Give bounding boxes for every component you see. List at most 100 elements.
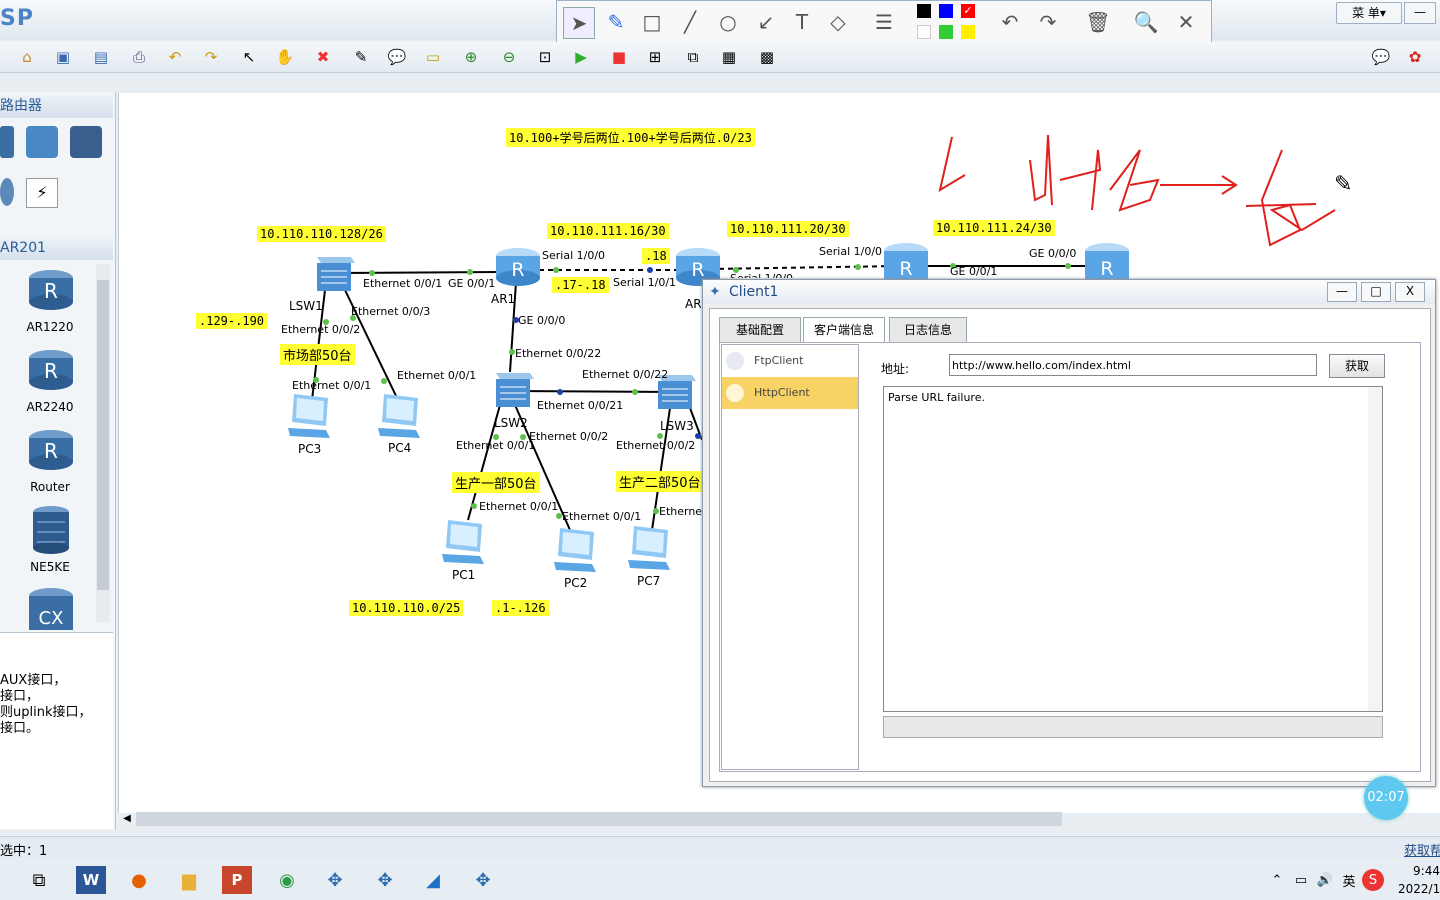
device-label-ar1: AR1 [491,292,516,306]
chrome-icon[interactable]: ◉ [272,866,302,894]
port-label: Serial 1/0/1 [613,276,677,289]
list-item-ftp[interactable]: FtpClient [722,345,858,377]
router-ar3-icon[interactable]: R [882,241,930,279]
scroll-left-icon[interactable]: ◀ [120,812,134,826]
port-label: GE 0/0/0 [518,314,566,327]
progress-bar [883,716,1383,738]
device-label-lsw3: LSW3 [660,419,694,433]
list-item-http[interactable]: HttpClient [722,377,858,409]
switch-lsw2-icon[interactable] [490,369,536,413]
tab-client-info[interactable]: 客户端信息 [803,317,885,343]
ensp-icon[interactable]: ✥ [468,866,498,894]
port-label: GE 0/0/0 [1029,247,1077,260]
device-label-pc7: PC7 [637,574,661,588]
timer-badge[interactable]: 02:07 [1364,776,1408,820]
ensp-icon[interactable]: ✥ [370,866,400,894]
tab-log-info[interactable]: 日志信息 [889,317,967,343]
task-view-icon[interactable]: ⧉ [24,866,54,894]
radio-icon [726,352,744,370]
output-scrollbar[interactable] [1368,387,1382,711]
list-item-label: HttpClient [754,386,810,399]
note-prod-net[interactable]: 10.110.110.0/25 [349,600,464,616]
pc2-icon[interactable] [550,524,602,576]
note-link3[interactable]: 10.110.111.24/30 [933,220,1055,236]
status-bar: 选中：1 获取帮 [0,836,1440,859]
device-label-pc1: PC1 [452,568,476,582]
dialog-title: Client1 [729,284,779,300]
pc1-icon[interactable] [438,516,490,568]
note-link1[interactable]: 10.110.111.16/30 [547,223,669,239]
svg-text:R: R [1100,258,1113,279]
note-lsw1-range[interactable]: .129-.190 [196,313,268,329]
svg-text:R: R [511,259,524,281]
fetch-button[interactable]: 获取 [1329,354,1385,378]
note-prod1[interactable]: 生产一部50台 [452,472,540,493]
note-network[interactable]: 10.100+学号后两位.100+学号后两位.0/23 [506,128,755,147]
output-text: Parse URL failure. [888,391,985,404]
router-ar1-icon[interactable]: R [494,246,542,290]
port-label: Serial 1/0/0 [542,249,606,262]
note-link1-ip[interactable]: .18 [642,248,670,264]
port-label: Ethernet 0/0/1 [479,500,559,513]
port-label: Ethernet 0/0/22 [582,368,669,381]
port-label: Ethernet 0/0/1 [292,379,372,392]
port-label: Ethernet 0/0/2 [529,430,609,443]
client-list: FtpClient HttpClient [721,344,859,770]
port-label: GE 0/0/1 [950,265,998,278]
canvas-scrollbar[interactable] [136,812,1062,826]
note-link2[interactable]: 10.110.111.20/30 [727,221,849,237]
port-label: Ethernet [659,505,707,518]
port-label: Ethernet 0/0/2 [616,439,696,452]
switch-lsw1-icon[interactable] [311,253,357,297]
note-prod-range[interactable]: .1-.126 [492,600,549,616]
note-market[interactable]: 市场部50台 [280,344,355,365]
note-prod2[interactable]: 生产二部50台 [616,471,702,492]
device-label-ar2: AR [685,297,702,311]
app-icon: ✦ [709,284,721,300]
ime-indicator[interactable]: 英 [1334,866,1364,894]
word-icon[interactable]: W [76,866,106,894]
dialog-maximize-button[interactable]: □ [1361,282,1391,302]
router-ar4-icon[interactable]: R [1083,241,1131,279]
folder-icon[interactable]: ▆ [174,866,204,894]
port-label: Serial 1/0/0 [819,245,883,258]
tab-basic-config[interactable]: 基础配置 [719,317,801,343]
wireshark-icon[interactable]: ◢ [418,866,448,894]
port-label: Ethernet 0/0/1 [363,277,443,290]
app-tray-icon[interactable]: S [1362,869,1384,891]
pc4-icon[interactable] [374,390,426,442]
device-label-lsw2: LSW2 [494,416,528,430]
dialog-close-button[interactable]: X [1395,282,1425,302]
status-selected: 选中：1 [0,844,48,859]
port-label: Ethernet 0/0/3 [351,305,431,318]
powerpoint-icon[interactable]: P [222,866,252,894]
help-link[interactable]: 获取帮 [1404,840,1440,859]
ensp-icon[interactable]: ✥ [320,866,350,894]
dialog-minimize-button[interactable]: — [1327,282,1357,302]
port-label: Serial 1/0/0 [730,272,793,278]
note-link1-range[interactable]: .17-.18 [552,277,609,293]
address-label: 地址: [881,362,910,376]
port-label: GE 0/0/1 [448,277,496,290]
port-label: Ethernet 0/0/1 [456,439,536,452]
clock-time[interactable]: 9:44 [1398,864,1440,878]
note-lsw1-net[interactable]: 10.110.110.128/26 [257,226,386,242]
dialog-title-bar[interactable]: ✦ Client1 — □ X [703,280,1435,304]
taskbar: ⧉ W ● ▆ P ◉ ✥ ✥ ◢ ✥ ⌃ ▭ 🔊 英 S 9:44 2022/… [0,860,1440,900]
device-label-pc2: PC2 [564,576,588,590]
address-input[interactable] [949,354,1317,376]
port-label: Ethernet 0/0/2 [281,323,361,336]
device-label-pc3: PC3 [298,442,322,456]
port-label: Ethernet 0/0/22 [515,347,602,360]
port-label: Ethernet 0/0/1 [397,369,477,382]
firefox-icon[interactable]: ● [124,866,154,894]
device-label-pc4: PC4 [388,441,412,455]
pc7-icon[interactable] [624,522,676,574]
clock-date[interactable]: 2022/1 [1398,882,1440,896]
output-area[interactable]: Parse URL failure. [883,386,1383,712]
port-label: Ethernet 0/0/21 [537,399,624,412]
pc3-icon[interactable] [284,390,336,442]
device-label-lsw1: LSW1 [289,299,323,313]
list-item-label: FtpClient [754,354,804,367]
radio-icon [726,384,744,402]
